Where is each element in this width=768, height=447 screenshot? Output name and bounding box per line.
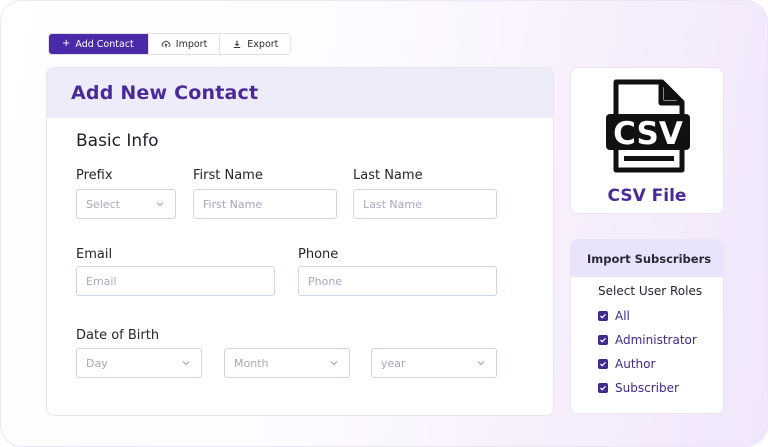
prefix-label: Prefix — [76, 168, 113, 183]
csv-icon-text: CSV — [613, 116, 683, 152]
upload-cloud-icon — [161, 39, 171, 49]
first-name-label: First Name — [193, 168, 263, 183]
phone-label: Phone — [298, 247, 339, 262]
email-input[interactable]: Email — [76, 266, 275, 296]
dob-year-select[interactable]: year — [371, 348, 497, 378]
email-placeholder: Email — [86, 274, 117, 288]
select-user-roles-label: Select User Roles — [598, 284, 703, 298]
role-label: Author — [615, 357, 656, 371]
import-button[interactable]: Import — [148, 34, 221, 54]
dob-label: Date of Birth — [76, 328, 160, 343]
last-name-placeholder: Last Name — [363, 197, 422, 211]
checkbox-checked-icon — [598, 311, 608, 321]
add-contact-card: Add New Contact Basic Info Prefix Select… — [46, 67, 554, 416]
chevron-down-icon — [180, 357, 192, 369]
last-name-input[interactable]: Last Name — [353, 189, 497, 219]
checkbox-checked-icon — [598, 335, 608, 345]
section-title: Basic Info — [76, 131, 159, 151]
role-label: All — [615, 309, 630, 323]
dob-day-placeholder: Day — [86, 356, 108, 370]
csv-file-label: CSV File — [607, 186, 687, 206]
action-toolbar: + Add Contact Import Export — [48, 33, 292, 55]
dob-month-placeholder: Month — [234, 356, 269, 370]
download-icon — [232, 39, 242, 49]
first-name-input[interactable]: First Name — [193, 189, 337, 219]
app-frame: + Add Contact Import Export Add New Cont… — [0, 0, 768, 447]
csv-file-icon: CSV — [606, 79, 690, 173]
import-label: Import — [175, 38, 208, 50]
checkbox-checked-icon — [598, 359, 608, 369]
csv-file-card[interactable]: CSV CSV File — [570, 67, 724, 214]
dob-year-placeholder: year — [381, 356, 406, 370]
prefix-placeholder: Select — [86, 197, 120, 211]
role-checkbox-author[interactable]: Author — [598, 357, 655, 371]
chevron-down-icon — [475, 357, 487, 369]
role-label: Subscriber — [615, 381, 679, 395]
email-label: Email — [76, 247, 113, 262]
add-contact-button[interactable]: + Add Contact — [49, 34, 149, 54]
phone-placeholder: Phone — [308, 274, 343, 288]
export-label: Export — [247, 38, 279, 50]
role-label: Administrator — [615, 333, 697, 347]
import-subscribers-card: Import Subscribers Select User Roles All… — [570, 239, 724, 414]
page-title: Add New Contact — [71, 82, 259, 104]
dob-month-select[interactable]: Month — [224, 348, 350, 378]
prefix-select[interactable]: Select — [76, 189, 176, 219]
chevron-down-icon — [328, 357, 340, 369]
add-contact-label: Add Contact — [75, 38, 134, 50]
role-checkbox-administrator[interactable]: Administrator — [598, 333, 697, 347]
card-header: Add New Contact — [47, 68, 553, 118]
plus-icon: + — [62, 38, 71, 49]
phone-input[interactable]: Phone — [298, 266, 497, 296]
export-button[interactable]: Export — [220, 34, 291, 54]
last-name-label: Last Name — [353, 168, 423, 183]
dob-day-select[interactable]: Day — [76, 348, 202, 378]
role-checkbox-subscriber[interactable]: Subscriber — [598, 381, 679, 395]
role-checkbox-all[interactable]: All — [598, 309, 630, 323]
first-name-placeholder: First Name — [203, 197, 263, 211]
checkbox-checked-icon — [598, 383, 608, 393]
chevron-down-icon — [154, 198, 166, 210]
import-subscribers-title: Import Subscribers — [571, 240, 723, 277]
